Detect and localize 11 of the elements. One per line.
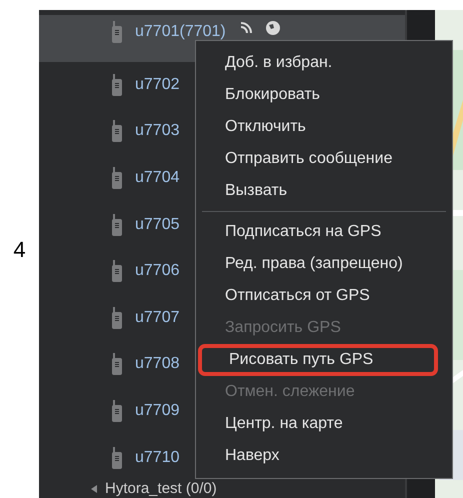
device-name: u7710 bbox=[135, 448, 180, 468]
device-name: u7701(7701) bbox=[135, 22, 226, 42]
device-name: u7708 bbox=[135, 354, 180, 374]
step-number: 4 bbox=[13, 236, 26, 264]
device-name: u7709 bbox=[135, 401, 180, 422]
device-name: u7707 bbox=[135, 308, 180, 328]
device-name: u7706 bbox=[135, 261, 180, 282]
device-name: u7704 bbox=[135, 168, 180, 188]
device-name: u7705 bbox=[135, 214, 180, 235]
device-name: u7703 bbox=[135, 121, 180, 142]
device-name: u7702 bbox=[135, 74, 180, 95]
